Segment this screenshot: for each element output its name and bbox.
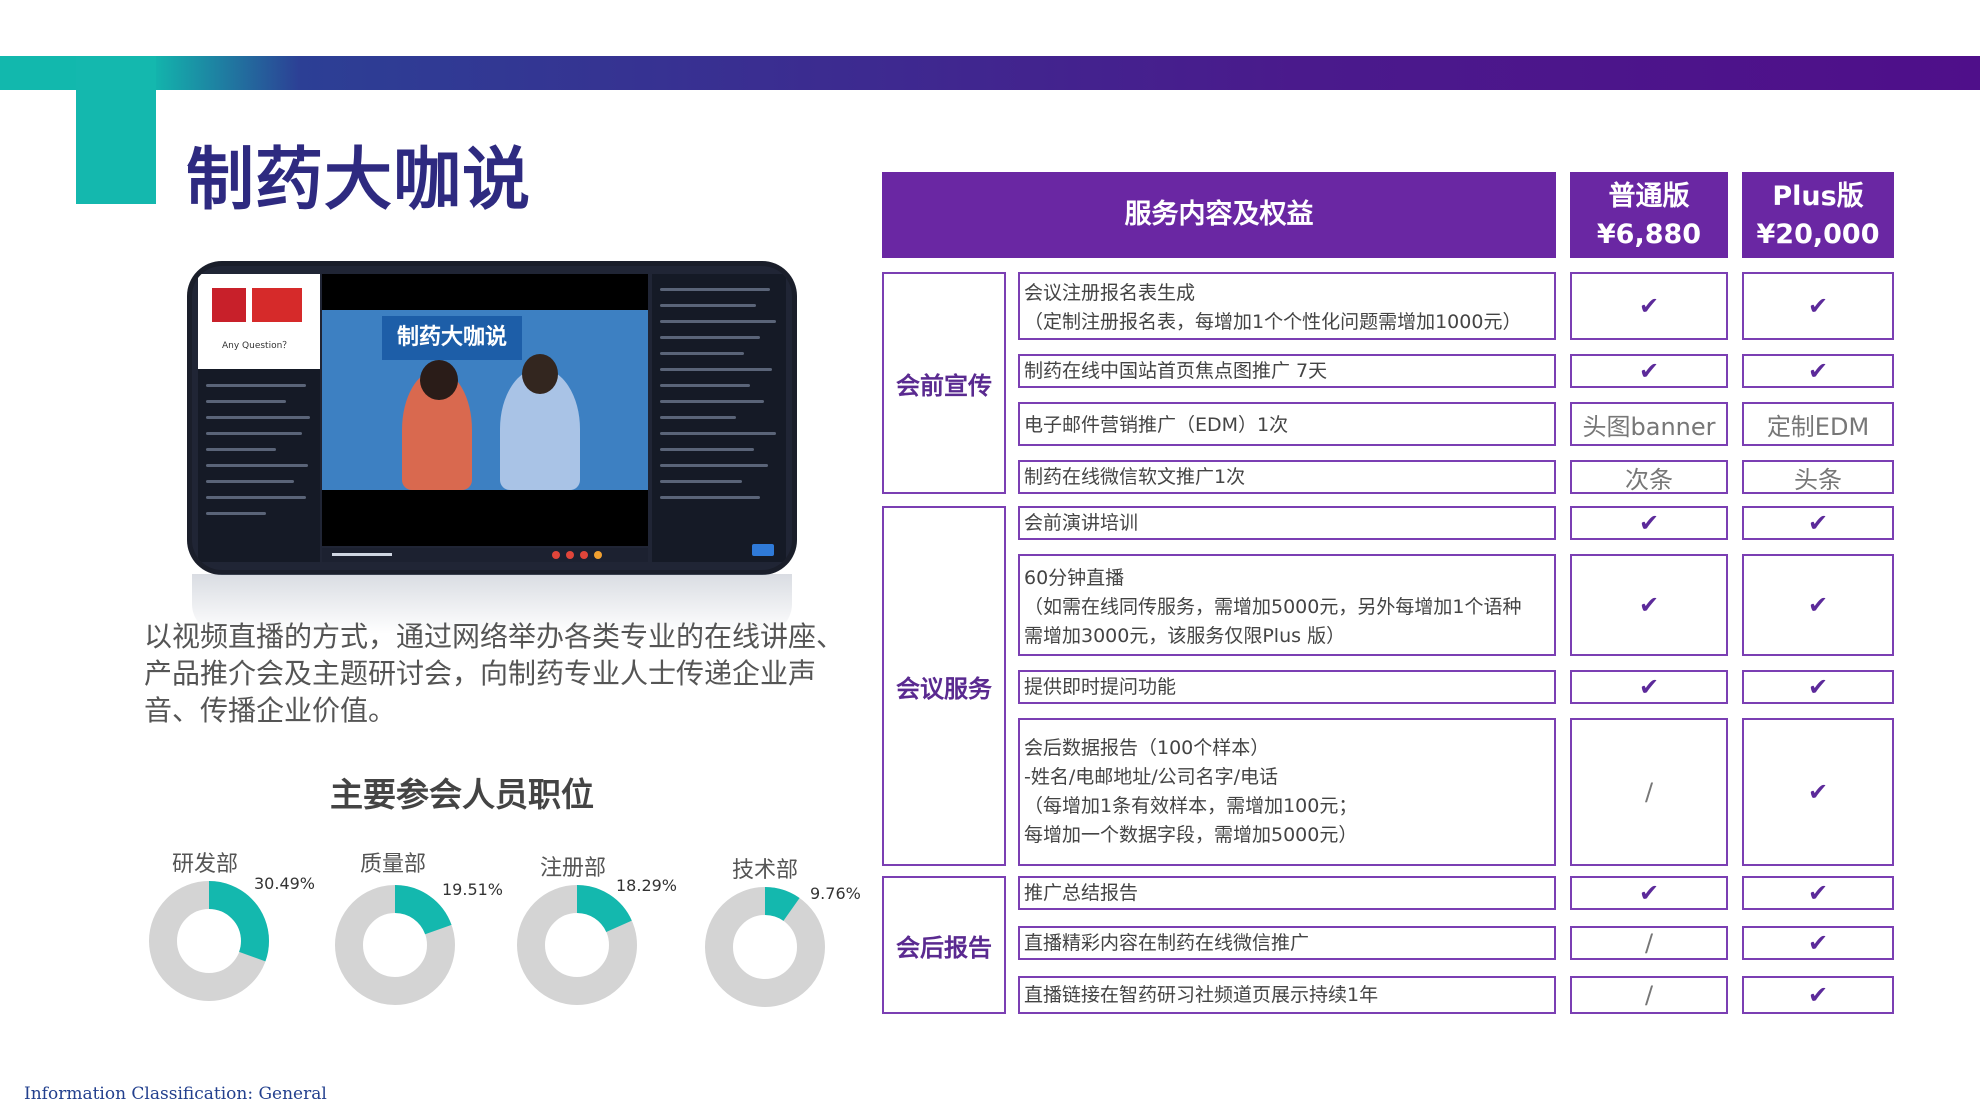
- section-pre-meeting: 会前宣传: [882, 272, 1006, 494]
- donut-label-tech: 技术部: [732, 858, 799, 883]
- donut-chart-tech: [705, 887, 825, 1007]
- section-meeting-service: 会议服务: [882, 506, 1006, 866]
- check-icon: ✔: [1742, 926, 1894, 960]
- not-included-mark: /: [1570, 976, 1728, 1014]
- send-button[interactable]: [752, 544, 774, 556]
- check-icon: ✔: [1570, 670, 1728, 704]
- live-video-screenshot: Any Question？ 制药大咖说: [192, 266, 792, 570]
- donut-label-reg: 注册部: [540, 856, 607, 881]
- donut-chart-qa: [335, 885, 455, 1005]
- table-header-standard: 普通版 ¥6,880: [1570, 172, 1728, 258]
- page-title: 制药大咖说: [186, 141, 532, 220]
- video-chat-panel-right: [652, 274, 786, 562]
- header-band: [0, 56, 1980, 90]
- donut-label-rd: 研发部: [172, 852, 239, 877]
- donut-chart-reg: [517, 885, 637, 1005]
- check-icon: ✔: [1570, 354, 1728, 388]
- check-icon: ✔: [1570, 876, 1728, 910]
- table-row-service: 电子邮件营销推广（EDM）1次: [1018, 402, 1556, 446]
- table-header-service: 服务内容及权益: [882, 172, 1556, 258]
- standard-price: ¥6,880: [1596, 219, 1702, 250]
- video-controls-bar[interactable]: [322, 548, 648, 562]
- accent-block: [76, 56, 156, 204]
- table-row-service: 直播链接在智药研习社频道页展示持续1年: [1018, 976, 1556, 1014]
- footer-classification: Information Classification: General: [24, 1084, 327, 1104]
- volume-slider[interactable]: [332, 553, 392, 556]
- video-brand-banner: 制药大咖说: [382, 316, 522, 360]
- check-icon: ✔: [1742, 354, 1894, 388]
- description-text: 以视频直播的方式，通过网络举办各类专业的在线讲座、产品推介会及主题研讨会，向制药…: [144, 620, 845, 727]
- plus-value: 头条: [1742, 460, 1894, 494]
- table-row-service: 60分钟直播 （如需在线同传服务，需增加5000元，另外每增加1个语种 需增加300…: [1018, 554, 1556, 656]
- table-header-plus: Plus版 ¥20,000: [1742, 172, 1894, 258]
- not-included-mark: /: [1570, 926, 1728, 960]
- donut-label-qa: 质量部: [360, 852, 427, 877]
- check-icon: ✔: [1570, 506, 1728, 540]
- check-icon: ✔: [1570, 272, 1728, 340]
- speaker-man-head: [522, 354, 558, 394]
- check-icon: ✔: [1742, 506, 1894, 540]
- check-icon: ✔: [1742, 976, 1894, 1014]
- standard-name: 普通版: [1608, 181, 1690, 212]
- donut-chart-rd: [149, 881, 269, 1001]
- standard-value: 次条: [1570, 460, 1728, 494]
- section-post-meeting: 会后报告: [882, 876, 1006, 1014]
- speaker-woman-head: [420, 360, 458, 400]
- video-logo-area: Any Question？: [198, 274, 320, 369]
- table-row-service: 制药在线中国站首页焦点图推广 7天: [1018, 354, 1556, 388]
- plus-name: Plus版: [1772, 181, 1864, 212]
- not-included-mark: /: [1570, 718, 1728, 866]
- table-row-service: 制药在线微信软文推广1次: [1018, 460, 1556, 494]
- check-icon: ✔: [1570, 554, 1728, 656]
- donut-tech-base: [705, 887, 825, 1007]
- video-brand-text: 制药大咖说: [396, 325, 507, 350]
- table-row-service: 会后数据报告（100个样本） -姓名/电邮地址/公司名字/电话 （每增加1条有效样本…: [1018, 718, 1556, 866]
- brand-logo: [212, 288, 246, 322]
- table-row-service: 直播精彩内容在制药在线微信推广: [1018, 926, 1556, 960]
- logo-caption: Any Question？: [222, 341, 292, 351]
- table-row-service: 提供即时提问功能: [1018, 670, 1556, 704]
- plus-price: ¥20,000: [1756, 219, 1880, 250]
- check-icon: ✔: [1742, 272, 1894, 340]
- check-icon: ✔: [1742, 718, 1894, 866]
- plus-value: 定制EDM: [1742, 402, 1894, 446]
- table-row-service: 会议注册报名表生成 （定制注册报名表，每增加1个个性化问题需增加1000元）: [1018, 272, 1556, 340]
- check-icon: ✔: [1742, 554, 1894, 656]
- standard-value: 头图banner: [1570, 402, 1728, 446]
- table-row-service: 推广总结报告: [1018, 876, 1556, 910]
- table-row-service: 会前演讲培训: [1018, 506, 1556, 540]
- participants-title: 主要参会人员职位: [330, 775, 594, 814]
- check-icon: ✔: [1742, 876, 1894, 910]
- flag-image: [252, 288, 302, 322]
- check-icon: ✔: [1742, 670, 1894, 704]
